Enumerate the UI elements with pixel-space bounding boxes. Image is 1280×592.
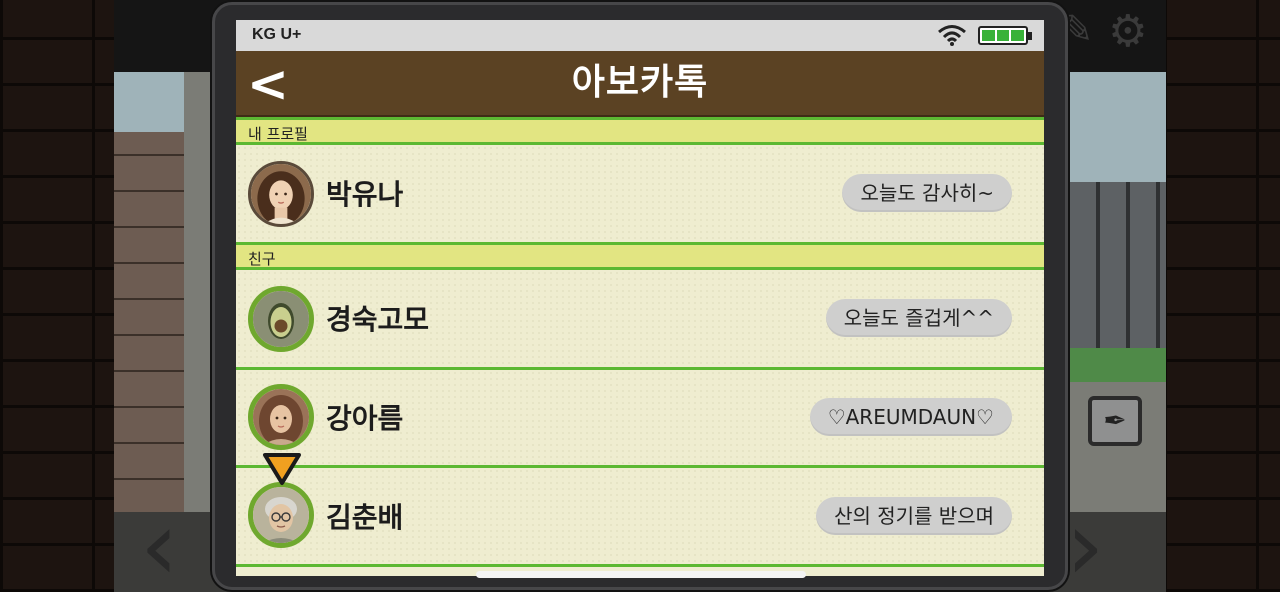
scene-left-arrow-icon[interactable]: ‹ <box>140 498 178 592</box>
woman-portrait-avatar <box>248 161 314 227</box>
brick-wall-right <box>1164 0 1280 592</box>
section-header-my-profile: 내 프로필 <box>236 117 1044 145</box>
profile-name: 박유나 <box>326 178 404 211</box>
carrier-label: KG U+ <box>252 26 302 43</box>
section-header-friends: 친구 <box>236 242 1044 270</box>
elderly-man-avatar <box>248 482 314 548</box>
section-label: 내 프로필 <box>248 125 308 143</box>
battery-icon <box>978 26 1032 45</box>
section-label: 친구 <box>248 250 276 268</box>
status-message-pill: 산의 정기를 받으며 <box>816 497 1012 535</box>
gear-icon[interactable]: ⚙ <box>1108 10 1147 54</box>
app-bar: < 아보카톡 <box>236 51 1044 117</box>
friend-row[interactable]: 강아름 ♡AREUMDAUN♡ <box>236 370 1044 465</box>
friend-name: 김춘배 <box>326 501 404 534</box>
status-message-pill: 오늘도 즐겁게^^ <box>825 299 1012 337</box>
avocado-avatar <box>248 286 314 352</box>
friend-name: 강아름 <box>326 402 404 435</box>
status-message-pill: ♡AREUMDAUN♡ <box>809 398 1012 436</box>
scene-right-arrow-icon[interactable]: › <box>1066 498 1104 592</box>
app-title: 아보카톡 <box>571 62 709 103</box>
triangle-marker-icon <box>263 453 301 485</box>
friend-row[interactable]: 경숙고모 오늘도 즐겁게^^ <box>236 270 1044 367</box>
phone-status-bar: KG U+ <box>236 20 1044 51</box>
wifi-icon <box>938 25 966 46</box>
brick-wall-left <box>0 0 116 592</box>
young-woman-avatar <box>248 384 314 450</box>
home-indicator[interactable] <box>476 571 806 578</box>
inventory-tool-button[interactable]: ✒ <box>1088 396 1142 446</box>
row-divider <box>236 564 1044 567</box>
phone-screen: KG U+ < 아보카톡 내 프로필 박유나 오늘도 감사히~ 친구 경숙고모 … <box>236 20 1044 576</box>
friend-name: 경숙고모 <box>326 303 430 336</box>
my-profile-row[interactable]: 박유나 오늘도 감사히~ <box>236 145 1044 242</box>
status-message-pill: 오늘도 감사히~ <box>842 174 1012 212</box>
friend-row[interactable]: 김춘배 산의 정기를 받으며 <box>236 468 1044 564</box>
